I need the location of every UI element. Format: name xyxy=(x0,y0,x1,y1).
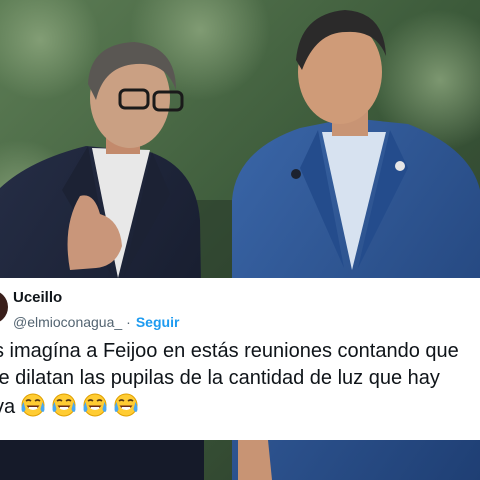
tears-of-joy-icon xyxy=(114,393,138,417)
emoji-row xyxy=(15,393,139,418)
tweet-line-1: s imagína a Feijoo en estás reuniones co… xyxy=(0,340,459,362)
follow-button[interactable]: Seguir xyxy=(136,314,180,330)
tears-of-joy-icon xyxy=(21,393,45,417)
account-handle[interactable]: @elmioconagua_ xyxy=(13,314,122,330)
avatar[interactable] xyxy=(0,290,8,324)
tweet-line-3: va xyxy=(0,392,459,421)
tears-of-joy-icon xyxy=(52,393,76,417)
handle-row: @elmioconagua_ · Seguir xyxy=(13,314,179,330)
tears-of-joy-icon xyxy=(83,393,107,417)
tweet-line-3-text: va xyxy=(0,396,16,418)
tweet-line-2: le dilatan las pupilas de la cantidad de… xyxy=(0,367,440,389)
account-name[interactable]: Uceillo xyxy=(13,289,62,306)
tweet-text: s imagína a Feijoo en estás reuniones co… xyxy=(0,338,459,421)
separator-dot: · xyxy=(126,314,131,330)
tweet-card: Uceillo @elmioconagua_ · Seguir s imagína … xyxy=(0,278,480,440)
